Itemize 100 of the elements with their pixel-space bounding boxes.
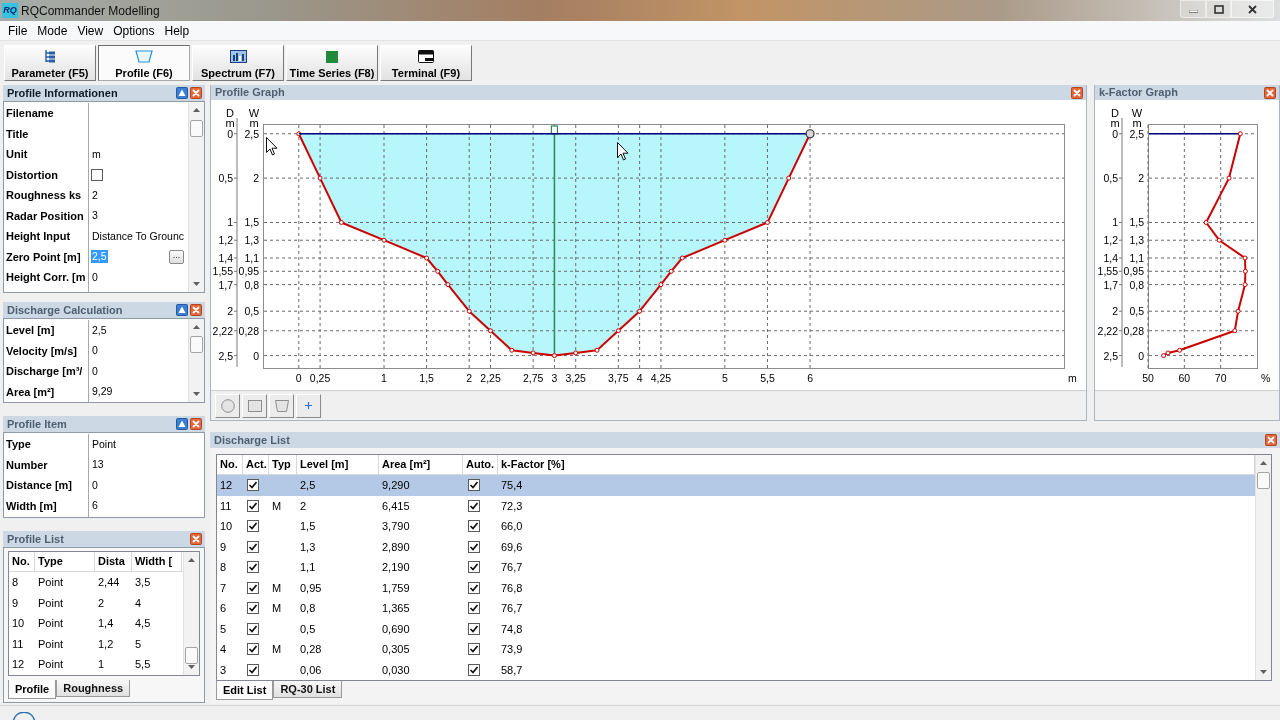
menu-item[interactable]: Help (159, 21, 195, 40)
checkbox[interactable] (468, 479, 480, 492)
scroll-down-icon[interactable] (1260, 670, 1267, 674)
toolbar-button[interactable]: Profile (F6) (98, 45, 190, 81)
tool-button[interactable] (242, 393, 267, 418)
checkbox[interactable] (247, 602, 259, 615)
scrollbar-thumb[interactable] (1257, 472, 1270, 489)
scroll-up-icon[interactable] (188, 558, 195, 562)
property-value[interactable]: 0 (91, 270, 99, 284)
scroll-up-icon[interactable] (1260, 461, 1267, 465)
scrollbar-thumb[interactable] (190, 336, 203, 353)
close-icon[interactable] (190, 418, 202, 430)
property-value[interactable]: 0 (91, 478, 99, 492)
checkbox[interactable] (247, 663, 259, 676)
checkbox[interactable] (468, 622, 480, 635)
scrollbar[interactable] (183, 552, 199, 675)
circle-icon (220, 398, 235, 413)
checkbox[interactable] (468, 561, 480, 574)
column-header[interactable]: Area [m²] (379, 455, 463, 474)
column-header[interactable]: No. (217, 455, 243, 474)
checkbox[interactable] (247, 643, 259, 656)
property-value[interactable]: 2,5 (91, 323, 108, 337)
property-value[interactable]: Point (91, 437, 117, 451)
checkbox[interactable] (468, 663, 480, 676)
property-value[interactable]: m (91, 147, 102, 161)
maximize-button[interactable] (1206, 0, 1231, 18)
column-header[interactable]: Act. (243, 455, 269, 474)
property-value[interactable]: 13 (91, 458, 105, 472)
scroll-down-icon[interactable] (193, 392, 200, 396)
checkbox[interactable] (247, 520, 259, 533)
menu-item[interactable]: Options (108, 21, 160, 40)
checkbox[interactable] (468, 602, 480, 615)
tab[interactable]: RQ-30 List (273, 681, 343, 698)
up-triangle-icon[interactable] (176, 304, 188, 316)
column-header[interactable]: Type (35, 552, 95, 571)
checkbox[interactable] (468, 499, 480, 512)
property-value[interactable]: 6 (91, 499, 99, 513)
toolbar-button[interactable]: Time Series (F8) (286, 45, 378, 81)
axis-title: D (226, 107, 234, 119)
toolbar-button[interactable]: Spectrum (F7) (192, 45, 284, 81)
up-triangle-icon[interactable] (176, 418, 188, 430)
checkbox[interactable] (247, 499, 259, 512)
scrollbar-thumb[interactable] (185, 647, 198, 664)
checkbox[interactable] (247, 540, 259, 553)
up-triangle-icon[interactable] (176, 87, 188, 99)
table-row[interactable]: 12 2,5 9,290 75,4 (217, 475, 1255, 496)
property-value[interactable]: 0 (91, 364, 99, 378)
tool-button[interactable] (296, 393, 321, 418)
checkbox[interactable] (247, 622, 259, 635)
checkbox[interactable] (468, 643, 480, 656)
column-header[interactable]: Level [m] (297, 455, 379, 474)
checkbox[interactable] (468, 540, 480, 553)
tool-button[interactable] (215, 393, 240, 418)
scrollbar[interactable] (188, 102, 204, 292)
close-icon[interactable] (1264, 86, 1276, 99)
checkbox[interactable] (468, 581, 480, 594)
property-value[interactable]: Distance To Grounc (91, 229, 186, 243)
close-icon[interactable] (190, 533, 202, 545)
table-cell: 3,790 (382, 520, 410, 532)
tool-button[interactable] (269, 393, 294, 418)
property-value[interactable]: 2 (91, 188, 99, 202)
close-button[interactable] (1231, 0, 1274, 18)
scroll-down-icon[interactable] (193, 282, 200, 286)
scrollbar[interactable] (188, 319, 204, 402)
close-icon[interactable] (1265, 434, 1277, 446)
checkbox[interactable] (247, 581, 259, 594)
trapezoid-icon (135, 50, 153, 63)
scrollbar[interactable] (1255, 455, 1271, 680)
tick-label: 0,5 (244, 305, 259, 318)
scroll-up-icon[interactable] (193, 325, 200, 329)
tab[interactable]: Roughness (56, 680, 131, 697)
checkbox[interactable] (247, 479, 259, 492)
checkbox[interactable] (468, 520, 480, 533)
ellipsis-button[interactable]: ... (169, 249, 184, 264)
column-header[interactable]: No. (9, 552, 35, 571)
checkbox[interactable] (247, 561, 259, 574)
menu-item[interactable]: View (72, 21, 109, 40)
property-value[interactable]: 3 (91, 209, 99, 223)
tick-label: 0 (253, 349, 259, 362)
toolbar-button[interactable]: Parameter (F5) (4, 45, 96, 81)
column-header[interactable]: Width [ (132, 552, 182, 571)
close-icon[interactable] (1071, 86, 1083, 99)
menu-item[interactable]: File (3, 21, 33, 40)
marker-handle[interactable] (550, 125, 559, 135)
checkbox[interactable] (91, 168, 103, 181)
table-cell: 0,690 (382, 622, 410, 635)
toolbar-button[interactable]: Terminal (F9) (380, 45, 472, 81)
tab[interactable]: Profile (8, 680, 57, 699)
column-header[interactable]: Typ (269, 455, 297, 474)
close-icon[interactable] (190, 87, 202, 99)
scroll-up-icon[interactable] (193, 108, 200, 112)
property-value[interactable]: 9,29 (91, 385, 114, 399)
scrollbar-thumb[interactable] (190, 120, 203, 137)
tab[interactable]: Edit List (216, 681, 274, 700)
table-cell: M (272, 581, 282, 594)
column-header[interactable]: Dista (95, 552, 132, 571)
close-icon[interactable] (190, 304, 202, 316)
property-value[interactable]: 0 (91, 344, 99, 358)
menu-item[interactable]: Mode (32, 21, 73, 40)
column-header[interactable]: Auto. (463, 455, 498, 474)
